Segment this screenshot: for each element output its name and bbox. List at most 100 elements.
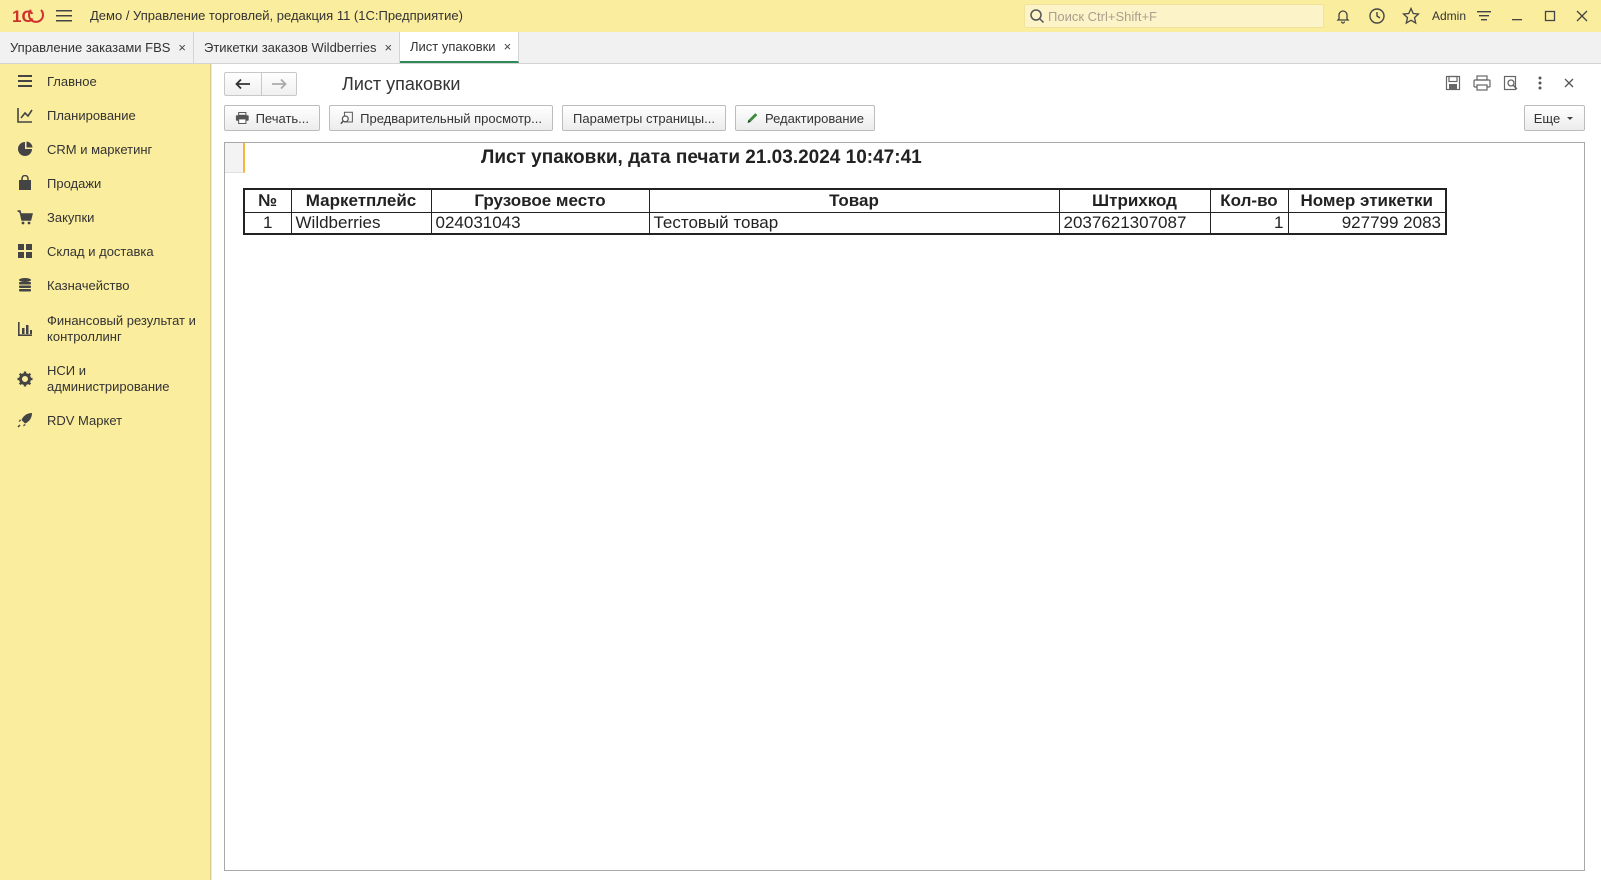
favorites-star-icon[interactable] <box>1401 6 1421 26</box>
sidebar-item-label: Финансовый результат и контроллинг <box>47 313 196 344</box>
sidebar-item-crm[interactable]: CRM и маркетинг <box>0 141 211 161</box>
sidebar-item-warehouse[interactable]: Склад и доставка <box>0 243 211 263</box>
column-header: Номер этикетки <box>1287 188 1447 213</box>
table-cell[interactable]: 1 <box>243 211 292 235</box>
pie-chart-icon <box>18 141 33 156</box>
page-title: Лист упаковки <box>342 74 461 94</box>
sidebar-item-label: Планирование <box>47 108 136 123</box>
planning-chart-icon <box>17 108 33 123</box>
tab-wildberries-labels[interactable]: Этикетки заказов Wildberries × <box>194 32 400 63</box>
print-button[interactable]: Печать... <box>224 105 320 131</box>
sections-sidebar: Главное Планирование CRM и маркетинг Про… <box>0 64 211 880</box>
history-clock-icon[interactable] <box>1367 6 1387 26</box>
search-icon <box>1030 9 1045 24</box>
print-icon[interactable] <box>1472 73 1492 93</box>
table-cell[interactable]: 2037621307087 <box>1058 211 1211 235</box>
sidebar-item-main[interactable]: Главное <box>0 73 211 93</box>
back-button[interactable] <box>225 73 261 95</box>
sidebar-item-label: Закупки <box>47 210 95 225</box>
packing-list-table: № Маркетплейс Грузовое место Товар Штрих… <box>243 188 1447 235</box>
sidebar-item-rdv-market[interactable]: RDV Маркет <box>0 412 211 432</box>
sidebar-item-purchases[interactable]: Закупки <box>0 209 211 229</box>
tab-bar: Управление заказами FBS × Этикетки заказ… <box>0 32 1601 64</box>
gear-icon <box>17 371 33 387</box>
table-cell[interactable]: Wildberries <box>290 211 432 235</box>
sidebar-item-label: RDV Маркет <box>47 413 123 428</box>
sidebar-item-label: CRM и маркетинг <box>47 142 153 157</box>
preview-button-label: Предварительный просмотр... <box>360 110 542 126</box>
column-header: № <box>243 188 292 213</box>
tab-fbs-orders[interactable]: Управление заказами FBS × <box>0 32 194 63</box>
close-tab-icon[interactable]: × <box>178 40 186 55</box>
notifications-bell-icon[interactable] <box>1333 6 1353 26</box>
preview-icon <box>340 111 353 125</box>
more-button[interactable]: Еще <box>1524 105 1585 131</box>
sidebar-item-treasury[interactable]: Казначейство <box>0 277 211 297</box>
table-header-row: № Маркетплейс Грузовое место Товар Штрих… <box>243 188 1447 213</box>
sidebar-item-label: Склад и доставка <box>47 244 154 259</box>
column-header: Товар <box>648 188 1060 213</box>
page-params-button-label: Параметры страницы... <box>573 110 715 126</box>
navigation-buttons <box>224 72 297 96</box>
bar-chart-icon <box>18 322 32 336</box>
printer-icon <box>235 112 249 124</box>
save-icon[interactable] <box>1443 73 1463 93</box>
settings-menu-icon[interactable] <box>1474 6 1494 26</box>
rocket-icon <box>17 413 32 428</box>
sidebar-item-label: НСИ и администрирование <box>47 363 170 394</box>
main-menu-icon[interactable] <box>55 8 73 24</box>
preview-button[interactable]: Предварительный просмотр... <box>329 105 553 131</box>
search-input[interactable] <box>1048 8 1308 24</box>
table-cell[interactable]: 927799 2083 <box>1287 211 1447 235</box>
tab-label: Этикетки заказов Wildberries <box>204 40 377 55</box>
sidebar-item-admin[interactable]: НСИ и администрирование <box>0 362 211 398</box>
table-cell[interactable]: 024031043 <box>430 211 650 235</box>
sidebar-item-label: Казначейство <box>47 278 130 293</box>
sidebar-item-planning[interactable]: Планирование <box>0 107 211 127</box>
report-title: Лист упаковки, дата печати 21.03.2024 10… <box>481 147 922 168</box>
column-header: Грузовое место <box>430 188 650 213</box>
edit-button-label: Редактирование <box>764 110 864 126</box>
user-name[interactable]: Admin <box>1432 9 1466 23</box>
close-window-icon[interactable] <box>1572 6 1592 26</box>
sidebar-item-sales[interactable]: Продажи <box>0 175 211 195</box>
app-title: Демо / Управление торговлей, редакция 11… <box>90 8 463 23</box>
tab-label: Лист упаковки <box>410 39 496 54</box>
column-header: Кол-во <box>1209 188 1289 213</box>
tab-label: Управление заказами FBS <box>10 40 171 55</box>
main-content: Лист упаковки Печать... Предварительный … <box>212 64 1601 880</box>
spreadsheet-document[interactable]: Лист упаковки, дата печати 21.03.2024 10… <box>224 142 1585 871</box>
close-tab-icon[interactable]: × <box>504 39 512 54</box>
sidebar-item-financial-result[interactable]: Финансовый результат и контроллинг <box>0 312 211 348</box>
forward-button[interactable] <box>260 73 297 95</box>
sidebar-item-label: Продажи <box>47 176 102 191</box>
cell-cursor <box>225 143 245 173</box>
menu-lines-icon <box>18 75 32 87</box>
1c-logo-icon[interactable]: 1С <box>12 7 46 25</box>
title-bar: 1С Демо / Управление торговлей, редакция… <box>0 0 1601 32</box>
arrow-right-icon <box>271 78 287 90</box>
maximize-window-icon[interactable] <box>1540 6 1560 26</box>
sidebar-item-label: Главное <box>47 74 97 89</box>
table-cell[interactable]: 1 <box>1209 211 1289 235</box>
print-button-label: Печать... <box>255 110 309 126</box>
close-form-icon[interactable] <box>1559 73 1579 93</box>
column-header: Маркетплейс <box>290 188 432 213</box>
pencil-icon <box>747 113 758 123</box>
column-header: Штрихкод <box>1058 188 1211 213</box>
edit-button[interactable]: Редактирование <box>735 105 875 131</box>
page-params-button[interactable]: Параметры страницы... <box>562 105 726 131</box>
more-actions-dots-icon[interactable] <box>1530 73 1550 93</box>
global-search[interactable] <box>1024 4 1324 28</box>
tab-packing-list[interactable]: Лист упаковки × <box>400 32 519 63</box>
warehouse-grid-icon <box>18 244 32 258</box>
minimize-window-icon[interactable] <box>1507 6 1527 26</box>
coins-stack-icon <box>19 278 31 292</box>
more-button-label: Еще <box>1533 110 1561 126</box>
chevron-down-icon <box>1567 117 1574 120</box>
close-tab-icon[interactable]: × <box>385 40 393 55</box>
table-cell[interactable]: Тестовый товар <box>648 211 1060 235</box>
table-row: 1 Wildberries 024031043 Тестовый товар 2… <box>243 211 1447 235</box>
arrow-left-icon <box>234 78 250 90</box>
preview-magnifier-icon[interactable] <box>1501 73 1521 93</box>
